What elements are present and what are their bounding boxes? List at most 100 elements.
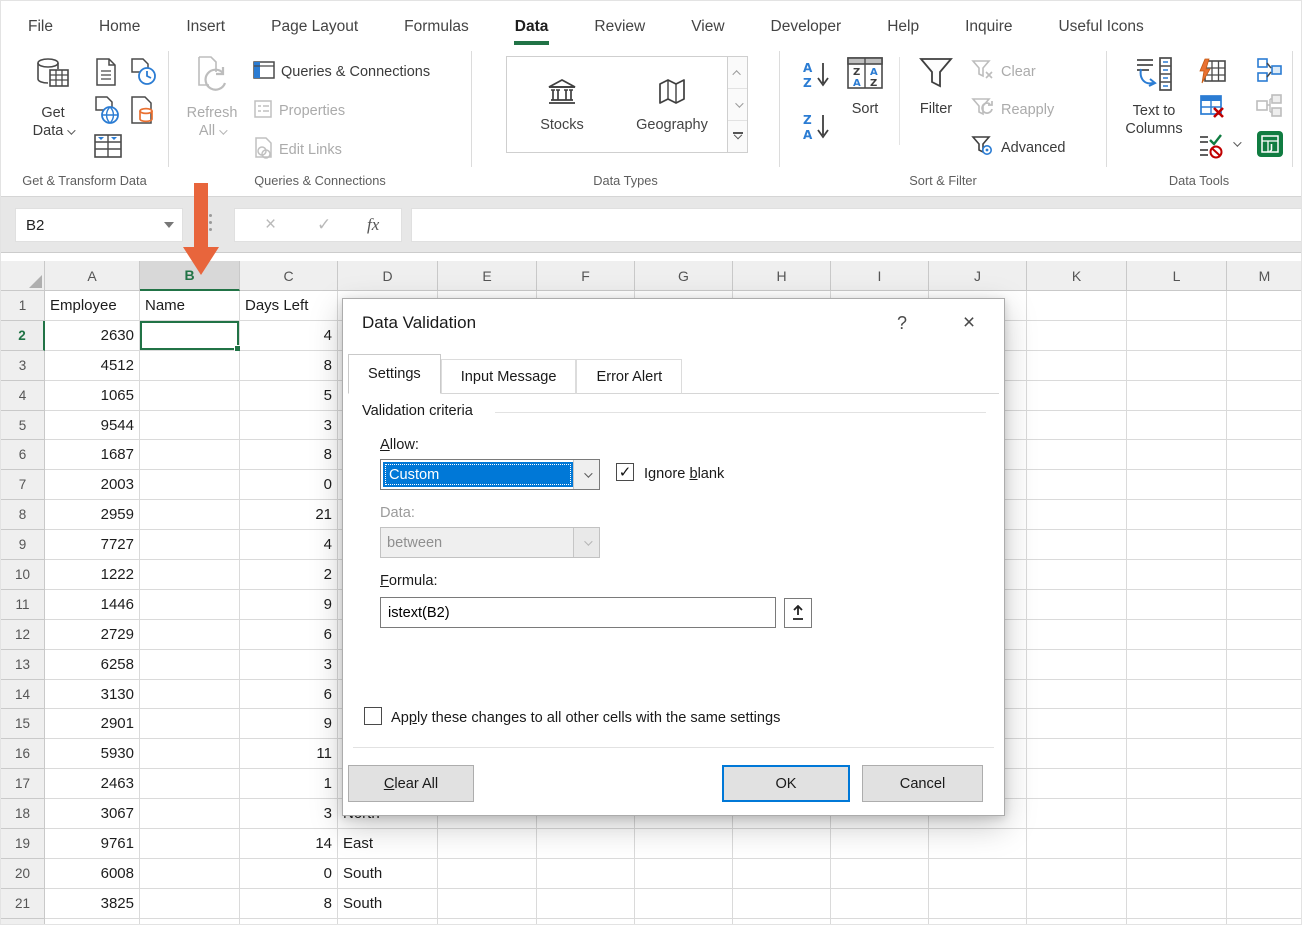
cell-K12[interactable] (1027, 620, 1127, 650)
remove-duplicates-icon[interactable] (1197, 93, 1227, 126)
data-validation-icon[interactable] (1197, 131, 1227, 164)
cell-K1[interactable] (1027, 291, 1127, 321)
cell-K5[interactable] (1027, 411, 1127, 441)
ribbon-tab-insert[interactable]: Insert (186, 18, 225, 36)
cell-K20[interactable] (1027, 859, 1127, 889)
from-table-range-icon[interactable] (93, 133, 123, 164)
validation-formula-input[interactable] (380, 597, 776, 628)
get-data-button[interactable]: Get Data (23, 55, 83, 140)
name-box[interactable]: B2 (15, 208, 183, 242)
properties-button[interactable]: Properties (253, 99, 345, 123)
cell-C4[interactable]: 5 (240, 381, 338, 411)
column-header-b[interactable]: B (140, 261, 240, 291)
cell-A14[interactable]: 3130 (45, 680, 140, 710)
cell-E19[interactable] (438, 829, 537, 859)
cell-B15[interactable] (140, 709, 240, 739)
cell-A13[interactable]: 6258 (45, 650, 140, 680)
cell-H20[interactable] (733, 859, 831, 889)
cell-C3[interactable]: 8 (240, 351, 338, 381)
cell-B7[interactable] (140, 470, 240, 500)
clear-filter-button[interactable]: Clear (971, 59, 1036, 85)
cell-A5[interactable]: 9544 (45, 411, 140, 441)
cell-K8[interactable] (1027, 500, 1127, 530)
cell-L16[interactable] (1127, 739, 1227, 769)
sort-ascending-button[interactable]: AZ (801, 59, 833, 96)
cell-K10[interactable] (1027, 560, 1127, 590)
cell-K3[interactable] (1027, 351, 1127, 381)
cell-L13[interactable] (1127, 650, 1227, 680)
cell-L22[interactable] (1127, 919, 1227, 925)
filter-button[interactable]: Filter (907, 55, 965, 118)
cell-C1[interactable]: Days Left (240, 291, 338, 321)
cell-J21[interactable] (929, 889, 1027, 919)
clear-all-button[interactable]: Clear All (348, 765, 474, 802)
cell-A19[interactable]: 9761 (45, 829, 140, 859)
cell-A1[interactable]: Employee (45, 291, 140, 321)
cell-A12[interactable]: 2729 (45, 620, 140, 650)
cell-C21[interactable]: 8 (240, 889, 338, 919)
cell-B19[interactable] (140, 829, 240, 859)
cell-E22[interactable] (438, 919, 537, 925)
cell-C2[interactable]: 4 (240, 321, 338, 351)
row-header-18[interactable]: 18 (1, 799, 45, 829)
row-header-9[interactable]: 9 (1, 530, 45, 560)
cell-C16[interactable]: 11 (240, 739, 338, 769)
cell-B16[interactable] (140, 739, 240, 769)
refresh-all-button[interactable]: Refresh All (179, 55, 245, 140)
cell-C18[interactable]: 3 (240, 799, 338, 829)
cell-B4[interactable] (140, 381, 240, 411)
row-header-21[interactable]: 21 (1, 889, 45, 919)
cell-C9[interactable]: 4 (240, 530, 338, 560)
column-header-a[interactable]: A (45, 261, 140, 291)
cell-C13[interactable]: 3 (240, 650, 338, 680)
row-header-16[interactable]: 16 (1, 739, 45, 769)
cell-K7[interactable] (1027, 470, 1127, 500)
cell-C22[interactable] (240, 919, 338, 925)
cell-J19[interactable] (929, 829, 1027, 859)
cell-B21[interactable] (140, 889, 240, 919)
cell-F19[interactable] (537, 829, 635, 859)
cell-L10[interactable] (1127, 560, 1227, 590)
cell-B6[interactable] (140, 440, 240, 470)
cell-C17[interactable]: 1 (240, 769, 338, 799)
cell-I19[interactable] (831, 829, 929, 859)
existing-connections-icon[interactable] (129, 95, 157, 130)
cell-M16[interactable] (1227, 739, 1302, 769)
insert-function-icon[interactable]: fx (367, 215, 379, 235)
queries-connections-button[interactable]: Queries & Connections (253, 61, 430, 83)
cell-K16[interactable] (1027, 739, 1127, 769)
formula-bar-drag-handle[interactable] (209, 214, 212, 231)
row-header-11[interactable]: 11 (1, 590, 45, 620)
cell-A18[interactable]: 3067 (45, 799, 140, 829)
cell-C15[interactable]: 9 (240, 709, 338, 739)
ribbon-tab-useful-icons[interactable]: Useful Icons (1058, 18, 1143, 36)
cell-L17[interactable] (1127, 769, 1227, 799)
cell-D19[interactable]: East (338, 829, 438, 859)
cell-H19[interactable] (733, 829, 831, 859)
cell-B22[interactable] (140, 919, 240, 925)
cell-M14[interactable] (1227, 680, 1302, 710)
cell-K9[interactable] (1027, 530, 1127, 560)
cell-A2[interactable]: 2630 (45, 321, 140, 351)
dialog-help-button[interactable]: ? (887, 313, 917, 334)
text-to-columns-button[interactable]: Text to Columns (1119, 55, 1189, 138)
cell-A17[interactable]: 2463 (45, 769, 140, 799)
cell-K15[interactable] (1027, 709, 1127, 739)
dialog-close-button[interactable]: × (951, 311, 987, 335)
cell-K4[interactable] (1027, 381, 1127, 411)
cell-K6[interactable] (1027, 440, 1127, 470)
cell-C5[interactable]: 3 (240, 411, 338, 441)
cell-G20[interactable] (635, 859, 733, 889)
cell-B10[interactable] (140, 560, 240, 590)
cell-C6[interactable]: 8 (240, 440, 338, 470)
row-header-3[interactable]: 3 (1, 351, 45, 381)
cell-K21[interactable] (1027, 889, 1127, 919)
cell-I22[interactable] (831, 919, 929, 925)
cell-L2[interactable] (1127, 321, 1227, 351)
row-header-6[interactable]: 6 (1, 440, 45, 470)
cell-C7[interactable]: 0 (240, 470, 338, 500)
geography-button[interactable]: Geography (617, 57, 727, 152)
tab-input-message[interactable]: Input Message (441, 359, 577, 394)
row-header-5[interactable]: 5 (1, 411, 45, 441)
cell-M2[interactable] (1227, 321, 1302, 351)
